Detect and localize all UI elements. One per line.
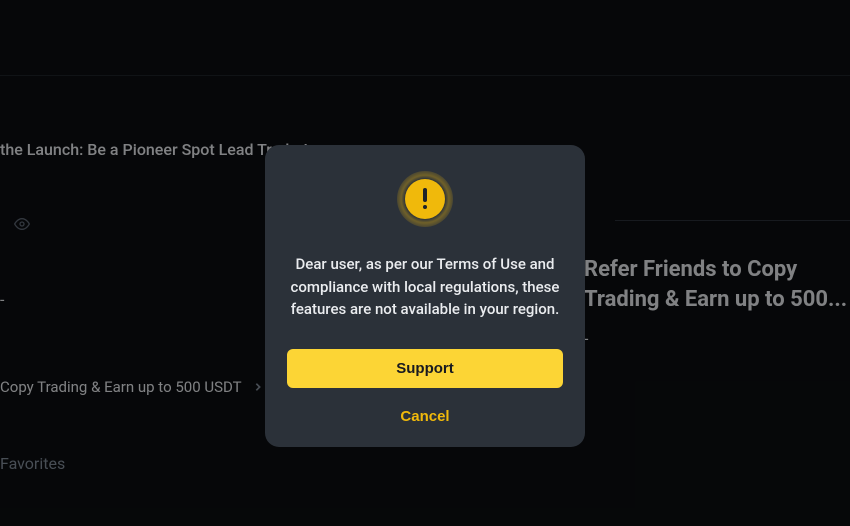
modal-message: Dear user, as per our Terms of Use and c… bbox=[287, 253, 563, 321]
support-button[interactable]: Support bbox=[287, 349, 563, 388]
warning-icon bbox=[397, 171, 453, 227]
cancel-button[interactable]: Cancel bbox=[400, 404, 449, 427]
region-restriction-modal: Dear user, as per our Terms of Use and c… bbox=[265, 145, 585, 447]
